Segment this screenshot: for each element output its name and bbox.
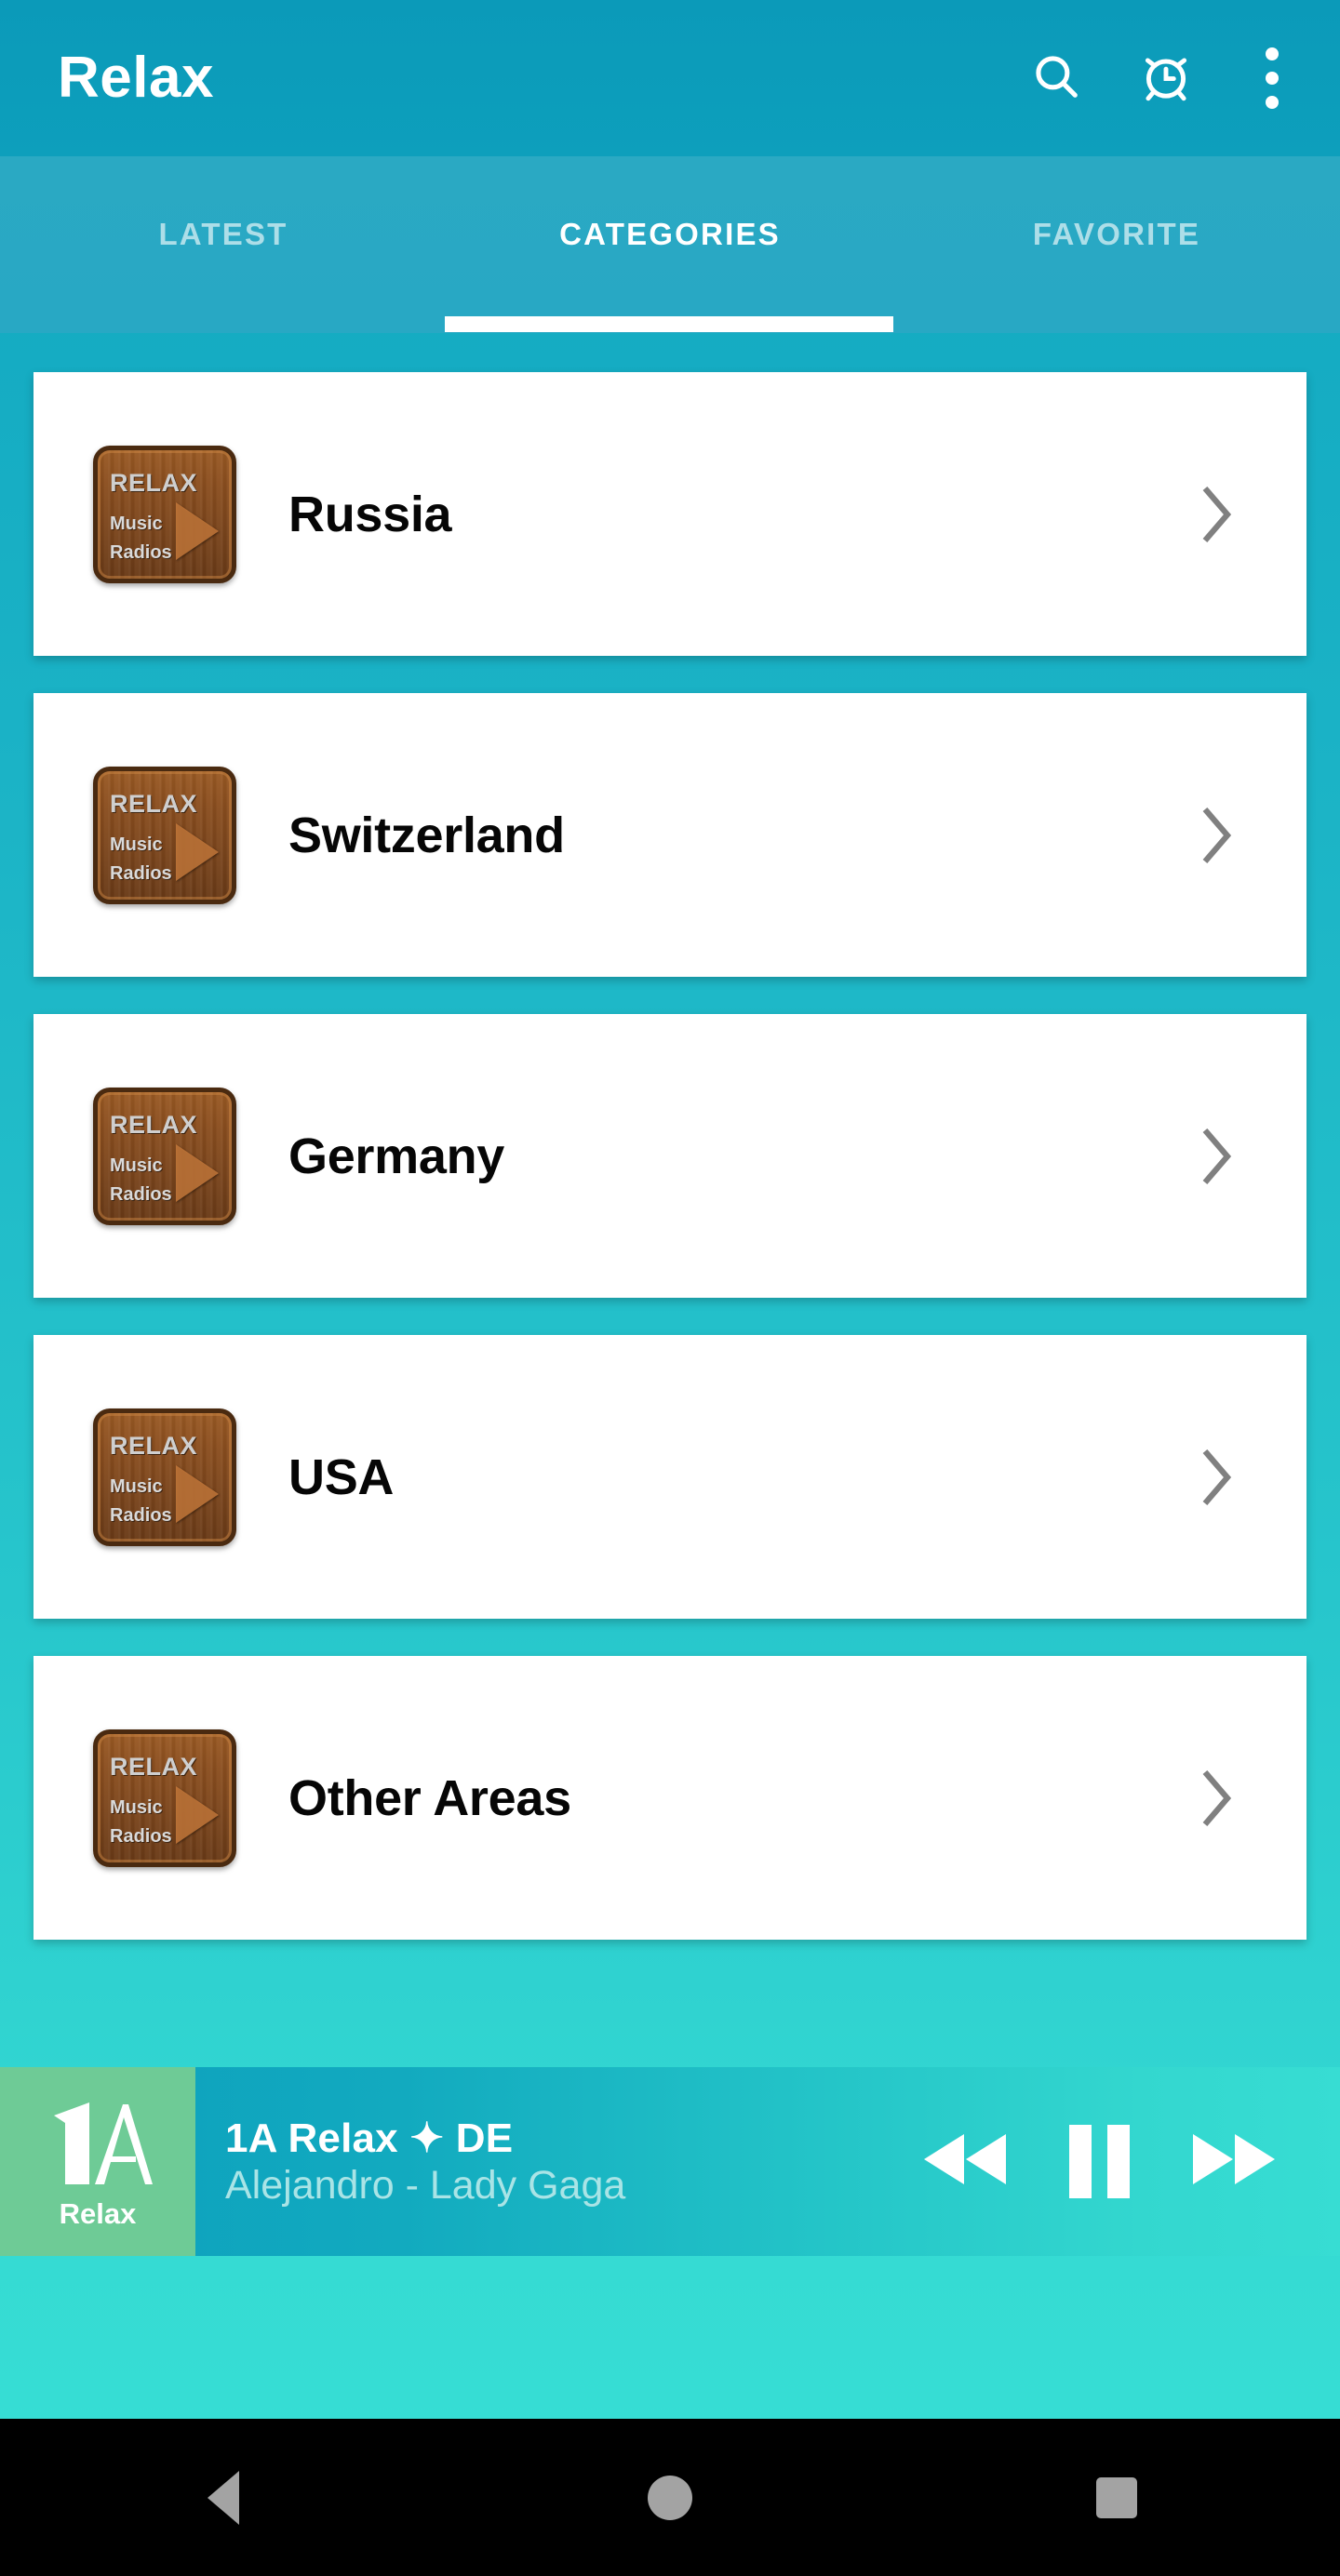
pause-button[interactable] (1069, 2125, 1130, 2198)
tab-row: LATEST CATEGORIES FAVORITE (0, 156, 1340, 333)
nav-recents-button[interactable] (1061, 2442, 1172, 2554)
list-item[interactable]: RELAX Music Radios Germany (34, 1014, 1306, 1298)
tab-bar: LATEST CATEGORIES FAVORITE (0, 156, 1340, 333)
list-item-label: Russia (288, 486, 452, 542)
rewind-icon (922, 2129, 1008, 2195)
recents-square-icon (1096, 2476, 1137, 2518)
category-list: RELAX Music Radios Russia RELAX Music Ra… (0, 333, 1340, 1940)
chevron-right-icon[interactable] (1197, 1764, 1238, 1833)
station-thumbnail-icon: RELAX Music Radios (93, 1728, 236, 1867)
list-item[interactable]: RELAX Music Radios USA (34, 1335, 1306, 1619)
list-item[interactable]: RELAX Music Radios Russia (34, 372, 1306, 656)
now-playing-title: 1A Relax ✦ DE (225, 2115, 514, 2161)
page-title: Relax (58, 46, 214, 110)
now-playing-subtitle: Alejandro - Lady Gaga (225, 2163, 626, 2209)
system-navigation-bar (0, 2419, 1340, 2576)
back-triangle-icon (208, 2470, 239, 2525)
chevron-right-icon[interactable] (1197, 480, 1238, 549)
previous-button[interactable] (922, 2129, 1008, 2195)
nav-back-button[interactable] (168, 2442, 279, 2554)
list-item-label: USA (288, 1448, 395, 1505)
station-thumbnail-icon: RELAX Music Radios (93, 1087, 236, 1225)
alarm-icon (1137, 47, 1195, 110)
list-item-label: Other Areas (288, 1769, 571, 1826)
station-thumbnail-icon: RELAX Music Radios (93, 1408, 236, 1546)
overflow-menu-icon (1266, 47, 1279, 109)
station-logo-label: Relax (59, 2197, 137, 2230)
station-logo: Relax (0, 2067, 195, 2256)
now-playing-bar[interactable]: Relax 1A Relax ✦ DE Alejandro - Lady Gag… (0, 2067, 1340, 2256)
play-triangle-icon (176, 822, 219, 881)
search-button[interactable] (1001, 23, 1111, 133)
chevron-right-icon[interactable] (1197, 801, 1238, 870)
app-bar-actions (1001, 0, 1340, 156)
overflow-menu-button[interactable] (1221, 23, 1323, 133)
app-screen: Relax LATEST CATEGORIES FAVORITE RELAX M… (0, 0, 1340, 2576)
alarm-button[interactable] (1111, 23, 1221, 133)
station-thumbnail-icon: RELAX Music Radios (93, 445, 236, 583)
next-button[interactable] (1191, 2129, 1277, 2195)
pause-icon (1069, 2125, 1130, 2198)
fast-forward-icon (1191, 2129, 1277, 2195)
tab-categories[interactable]: CATEGORIES (447, 156, 893, 333)
tab-latest[interactable]: LATEST (0, 156, 447, 333)
list-item-label: Germany (288, 1128, 505, 1184)
search-icon (1029, 49, 1083, 108)
list-item[interactable]: RELAX Music Radios Switzerland (34, 693, 1306, 977)
chevron-right-icon[interactable] (1197, 1122, 1238, 1191)
player-controls (922, 2125, 1277, 2198)
chevron-right-icon[interactable] (1197, 1443, 1238, 1512)
tab-active-indicator (445, 316, 893, 332)
play-triangle-icon (176, 501, 219, 560)
nav-home-button[interactable] (614, 2442, 726, 2554)
list-item[interactable]: RELAX Music Radios Other Areas (34, 1656, 1306, 1940)
list-item-label: Switzerland (288, 807, 565, 863)
play-triangle-icon (176, 1464, 219, 1523)
one-a-logo-icon (37, 2095, 158, 2197)
app-bar: Relax (0, 0, 1340, 156)
station-thumbnail-icon: RELAX Music Radios (93, 766, 236, 904)
home-circle-icon (648, 2475, 692, 2520)
play-triangle-icon (176, 1785, 219, 1844)
play-triangle-icon (176, 1143, 219, 1202)
tab-favorite[interactable]: FAVORITE (893, 156, 1340, 333)
now-playing-meta: 1A Relax ✦ DE Alejandro - Lady Gaga (225, 2116, 922, 2208)
